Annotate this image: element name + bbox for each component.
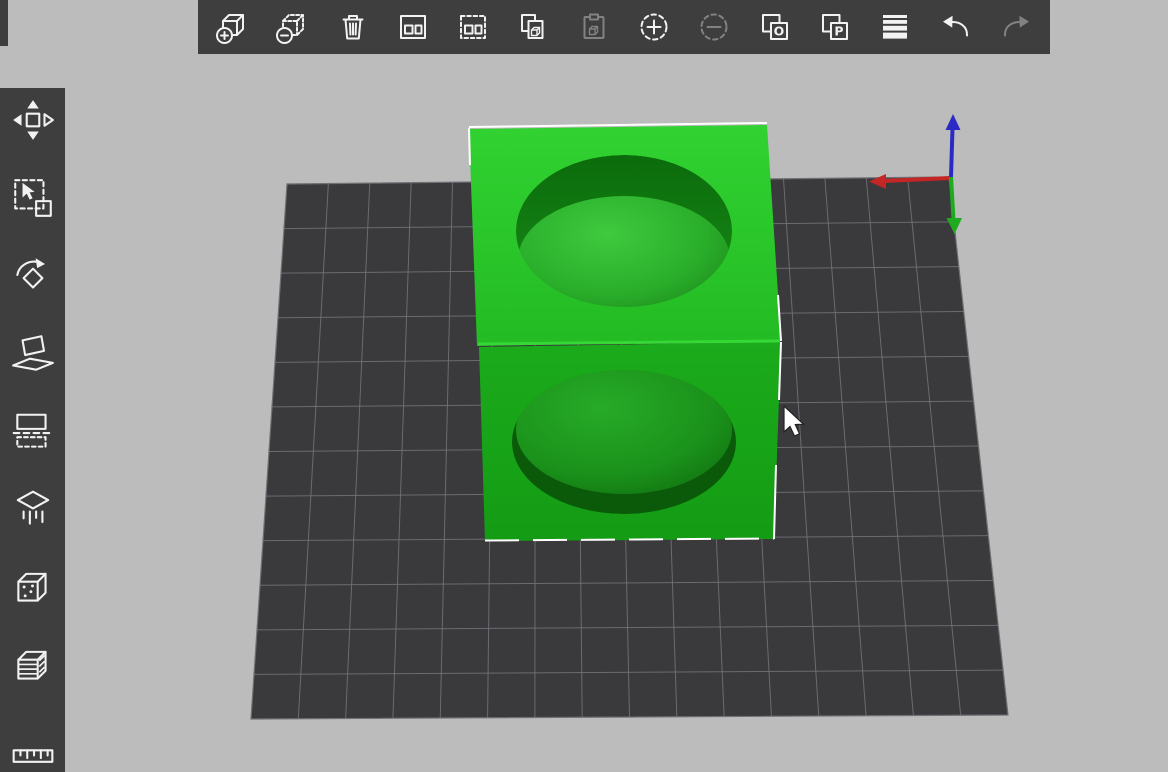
move-tool-button[interactable] <box>7 94 59 146</box>
paint-on-supports-icon <box>16 490 49 525</box>
copy-icon <box>521 14 544 39</box>
measure-tool-button[interactable] <box>7 718 59 770</box>
add-instance-button[interactable] <box>632 5 676 49</box>
add-instance-icon <box>640 13 668 41</box>
seam-painting-tool-button[interactable] <box>7 562 59 614</box>
model-lower-cube[interactable] <box>479 342 781 541</box>
viewport-3d[interactable] <box>0 0 1168 772</box>
delete-object-icon <box>276 14 305 44</box>
top-left-panel-fragment <box>0 0 8 46</box>
trash-icon <box>342 15 364 40</box>
multimaterial-painting-icon <box>16 650 47 680</box>
arrange-selection-icon <box>460 15 487 39</box>
delete-object-button[interactable] <box>270 5 314 49</box>
undo-icon <box>942 15 968 37</box>
scale-icon <box>13 179 52 217</box>
redo-button[interactable] <box>994 5 1038 49</box>
measure-icon <box>12 749 53 763</box>
remove-instance-button[interactable] <box>692 5 736 49</box>
variable-layer-height-icon <box>883 15 908 39</box>
svg-text:P: P <box>834 24 843 39</box>
arrange-button[interactable] <box>391 5 435 49</box>
paint-supports-tool-button[interactable] <box>7 484 59 536</box>
paste-button[interactable] <box>572 5 616 49</box>
redo-icon <box>1003 15 1029 37</box>
paste-icon <box>583 13 605 39</box>
arrange-icon <box>399 15 426 39</box>
delete-all-button[interactable] <box>331 5 375 49</box>
undo-button[interactable] <box>934 5 978 49</box>
place-on-face-tool-button[interactable] <box>7 328 59 380</box>
move-icon <box>12 100 54 140</box>
scale-tool-button[interactable] <box>7 172 59 224</box>
model-upper-cube[interactable] <box>469 125 781 346</box>
place-on-face-icon <box>11 335 54 371</box>
svg-text:O: O <box>773 24 784 39</box>
split-to-parts-button[interactable]: P <box>813 5 857 49</box>
cut-tool-button[interactable] <box>7 406 59 458</box>
remove-instance-icon <box>700 13 728 41</box>
rotate-tool-button[interactable] <box>7 250 59 302</box>
split-to-objects-button[interactable]: O <box>753 5 797 49</box>
side-toolbar <box>0 88 65 772</box>
top-toolbar: O P <box>198 0 1050 54</box>
split-to-parts-icon: P <box>821 14 848 40</box>
add-object-icon <box>216 14 244 44</box>
multimaterial-painting-tool-button[interactable] <box>7 640 59 692</box>
copy-button[interactable] <box>511 5 555 49</box>
cut-icon <box>12 413 53 448</box>
variable-layer-height-button[interactable] <box>873 5 917 49</box>
arrange-selection-button[interactable] <box>451 5 495 49</box>
seam-painting-icon <box>16 572 47 602</box>
split-to-objects-icon: O <box>761 14 788 40</box>
add-object-button[interactable] <box>210 5 254 49</box>
rotate-icon <box>15 258 45 289</box>
